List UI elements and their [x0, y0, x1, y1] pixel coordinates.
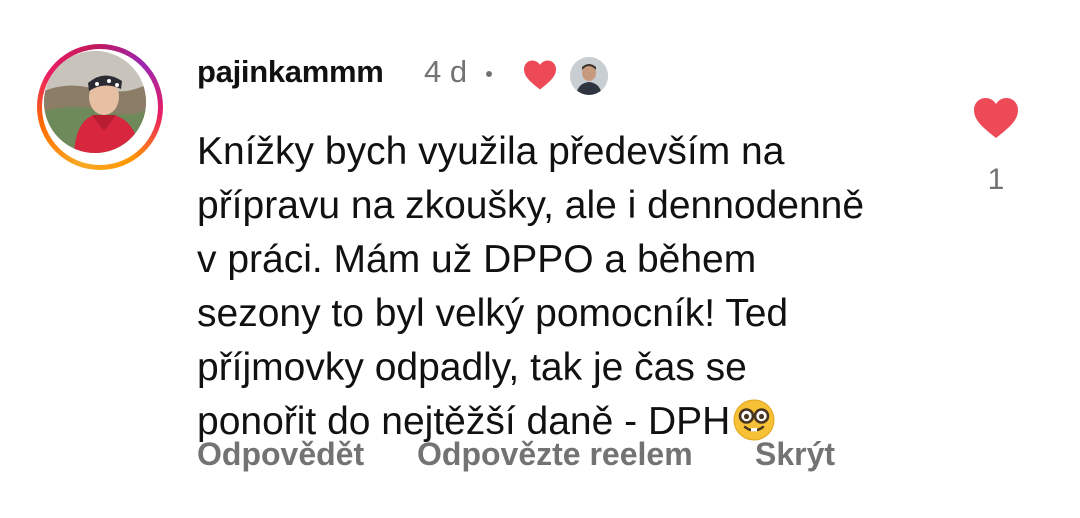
avatar-photo-image: [44, 51, 146, 153]
heart-icon: [524, 60, 556, 90]
comment-line: Knížky bych využila především na: [197, 130, 785, 173]
like-heart-icon[interactable]: [971, 96, 1021, 140]
comment-line: sezony to byl velký pomocník! Ted: [197, 292, 789, 335]
like-count[interactable]: 1: [983, 163, 1009, 197]
comment-line: v práci. Mám už DPPO a během: [197, 238, 757, 281]
timestamp: 4 d: [424, 54, 468, 89]
reply-with-reel-button[interactable]: Odpovězte reelem: [417, 436, 693, 473]
comment-line: příjmovky odpadly, tak je čas se: [197, 346, 747, 389]
username[interactable]: pajinkammm: [197, 54, 384, 90]
creator-avatar: [570, 57, 608, 95]
reply-button[interactable]: Odpovědět: [197, 436, 364, 473]
hide-button[interactable]: Skrýt: [755, 436, 835, 473]
avatar[interactable]: [44, 51, 146, 153]
comment-text: Knížky bych využila především na příprav…: [197, 125, 917, 449]
creator-avatar-image: [570, 57, 608, 95]
comment-line: přípravu na zkoušky, ale i dennodenně: [197, 184, 865, 227]
avatar-story-ring[interactable]: [37, 44, 163, 170]
separator-dot: [486, 71, 492, 77]
